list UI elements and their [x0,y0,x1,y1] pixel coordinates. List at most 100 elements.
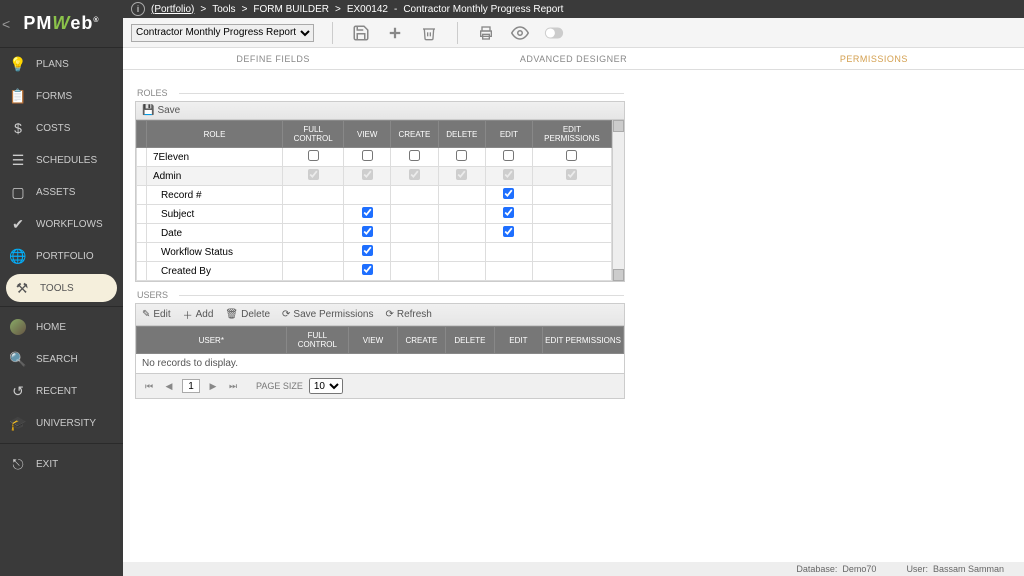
perm-checkbox[interactable] [362,207,373,218]
role-cell: Record # [146,186,282,205]
tab-define-fields[interactable]: DEFINE FIELDS [123,48,423,69]
ucol-user[interactable]: USER* [137,327,287,354]
info-icon[interactable]: i [131,2,145,16]
bc-code: EX00142 [347,4,388,15]
nav-forms[interactable]: 📋FORMS [0,80,123,112]
row-handle[interactable] [137,148,147,167]
delete-icon[interactable] [419,23,439,43]
bc-portfolio[interactable]: (Portfolio) [151,4,194,15]
perm-checkbox[interactable] [503,188,514,199]
pager-next-icon[interactable]: ▶ [206,381,220,392]
perm-cell [344,262,391,281]
ucol-fullcontrol[interactable]: FULL CONTROL [286,327,349,354]
tab-permissions[interactable]: PERMISSIONS [724,48,1024,69]
row-handle[interactable] [137,224,147,243]
table-row: Date [137,224,612,243]
row-handle[interactable] [137,262,147,281]
bc-title: Contractor Monthly Progress Report [403,4,563,15]
perm-checkbox[interactable] [409,150,420,161]
perm-checkbox-disabled [308,169,319,180]
ucol-edit[interactable]: EDIT [494,327,542,354]
scroll-down-icon[interactable] [613,269,624,281]
pager-last-icon[interactable]: ⏭ [226,381,240,392]
eye-icon[interactable] [510,23,530,43]
perm-checkbox[interactable] [308,150,319,161]
perm-checkbox[interactable] [503,226,514,237]
nav-university[interactable]: 🎓UNIVERSITY [0,407,123,439]
pagesize-select[interactable]: 10 [309,378,343,394]
perm-cell [486,186,533,205]
users-edit-button[interactable]: ✎Edit [142,309,171,320]
col-delete[interactable]: DELETE [438,121,485,148]
perm-checkbox[interactable] [362,150,373,161]
roles-scrollbar[interactable] [612,120,624,281]
nav-assets[interactable]: ▢ASSETS [0,176,123,208]
roles-grid: ROLE FULL CONTROL VIEW CREATE DELETE EDI… [136,120,612,281]
col-editperm[interactable]: EDIT PERMISSIONS [532,121,611,148]
perm-cell [344,167,391,186]
nav-plans[interactable]: 💡PLANS [0,48,123,80]
roles-section-label: ROLES [137,88,1024,98]
bc-tools[interactable]: Tools [212,4,235,15]
col-create[interactable]: CREATE [391,121,438,148]
pager-first-icon[interactable]: ⏮ [142,381,156,392]
add-icon[interactable] [385,23,405,43]
record-dropdown[interactable]: Contractor Monthly Progress Report [131,24,314,42]
toolbar: Contractor Monthly Progress Report [123,18,1024,48]
toggle-icon[interactable] [544,23,564,43]
roles-panel: 💾Save ROLE FULL CONTROL VIEW CREATE DELE… [135,101,625,282]
col-role[interactable]: ROLE [146,121,282,148]
perm-checkbox[interactable] [362,264,373,275]
nav-portfolio[interactable]: 🌐PORTFOLIO [0,240,123,272]
nav-search[interactable]: 🔍SEARCH [0,343,123,375]
users-delete-button[interactable]: 🗑Delete [225,309,270,320]
scroll-up-icon[interactable] [613,120,624,132]
users-add-button[interactable]: ＋Add [183,307,214,322]
nav-divider [0,306,123,307]
row-handle[interactable] [137,186,147,205]
row-handle[interactable] [137,167,147,186]
role-cell: Workflow Status [146,243,282,262]
print-icon[interactable] [476,23,496,43]
perm-cell [438,224,485,243]
perm-cell [391,262,438,281]
ucol-delete[interactable]: DELETE [446,327,494,354]
nav-costs[interactable]: $COSTS [0,112,123,144]
nav-tools[interactable]: ⚒TOOLS [6,274,117,302]
tab-advanced-designer[interactable]: ADVANCED DESIGNER [423,48,723,69]
history-icon: ↺ [10,383,26,399]
col-edit[interactable]: EDIT [486,121,533,148]
bc-formbuilder[interactable]: FORM BUILDER [253,4,329,15]
perm-checkbox[interactable] [503,150,514,161]
table-row: Workflow Status [137,243,612,262]
perm-cell [283,167,344,186]
col-view[interactable]: VIEW [344,121,391,148]
users-refresh-button[interactable]: ⟳Refresh [385,309,431,320]
nav-schedules[interactable]: ☰SCHEDULES [0,144,123,176]
row-handle[interactable] [137,243,147,262]
row-handle[interactable] [137,205,147,224]
content-area: ROLES 💾Save ROLE FULL CONTROL VIEW CREAT… [123,70,1024,562]
nav-exit[interactable]: ⎋EXIT [0,448,123,480]
pager-page-input[interactable] [182,379,200,393]
back-chevron-icon[interactable]: < [2,16,10,32]
nav-recent[interactable]: ↺RECENT [0,375,123,407]
nav-workflows[interactable]: ✔WORKFLOWS [0,208,123,240]
perm-cell [391,186,438,205]
roles-save-button[interactable]: 💾Save [142,105,180,116]
ucol-editperm[interactable]: EDIT PERMISSIONS [543,327,624,354]
ucol-view[interactable]: VIEW [349,327,397,354]
perm-checkbox[interactable] [456,150,467,161]
col-fullcontrol[interactable]: FULL CONTROL [283,121,344,148]
perm-checkbox[interactable] [566,150,577,161]
save-icon[interactable] [351,23,371,43]
nav-home[interactable]: HOME [0,311,123,343]
pager-prev-icon[interactable]: ◀ [162,381,176,392]
perm-checkbox[interactable] [362,245,373,256]
perm-checkbox[interactable] [503,207,514,218]
perm-checkbox[interactable] [362,226,373,237]
users-panel: ✎Edit ＋Add 🗑Delete ⟳Save Permissions ⟳Re… [135,303,625,399]
perm-cell [391,224,438,243]
users-saveperm-button[interactable]: ⟳Save Permissions [282,309,373,320]
ucol-create[interactable]: CREATE [397,327,445,354]
